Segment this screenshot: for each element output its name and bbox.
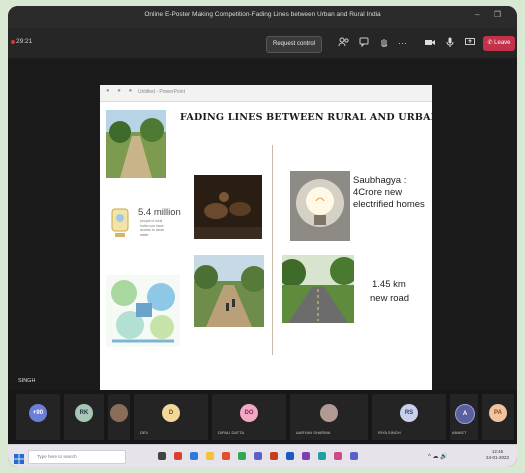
avatar: RK — [75, 404, 93, 422]
shared-slide: ● ● ● Untitled - PowerPoint FADING LINES… — [100, 85, 478, 392]
teams-icon[interactable] — [254, 452, 262, 460]
os-taskbar: Type here to search ^ ☁ 🔊 12:45 24-01-20… — [8, 444, 517, 467]
participant-tile[interactable]: DO DIPALI DATTA — [212, 394, 286, 440]
word-icon[interactable] — [286, 452, 294, 460]
participant-tile[interactable]: PA — [482, 394, 514, 440]
avatar: DO — [240, 404, 258, 422]
people-icon[interactable] — [338, 36, 350, 52]
water-stat-caption: people in rural India now have access to… — [140, 219, 165, 237]
title-bar: Online E-Poster Making Competition-Fadin… — [8, 6, 517, 28]
village-road-image — [106, 110, 166, 178]
water-tap-graphic — [106, 203, 134, 243]
app-icon[interactable] — [318, 452, 326, 460]
participant-name: AARYAN SHARMA — [296, 430, 331, 435]
file-name: Untitled - PowerPoint — [138, 89, 185, 95]
paved-road-photo — [282, 255, 354, 323]
powerpoint-icon[interactable] — [270, 452, 278, 460]
meeting-timer: 29:21 — [16, 38, 33, 45]
meeting-toolbar: 29:21 Request control ··· ✆ Leave — [8, 28, 517, 59]
avatar: A — [455, 404, 475, 424]
chat-icon[interactable] — [358, 36, 370, 52]
presentation-app-bar: ● ● ● Untitled - PowerPoint — [100, 85, 432, 102]
leave-label: Leave — [494, 40, 511, 46]
more-options-icon[interactable]: ··· — [398, 36, 407, 50]
rural-road-photo — [194, 255, 264, 327]
app-icon[interactable] — [350, 452, 358, 460]
app-icon[interactable] — [174, 452, 182, 460]
raise-hand-icon[interactable] — [378, 36, 390, 52]
folder-icon[interactable] — [206, 452, 214, 460]
slide-title: FADING LINES BETWEEN RURAL AND URBAN IND… — [180, 112, 478, 123]
search-placeholder: Type here to search — [37, 454, 77, 459]
participant-gallery: +90 RK D DEV DO DIPALI DATTA AARYAN SHAR… — [8, 390, 517, 444]
participant-name: DIPALI DATTA — [218, 430, 245, 435]
avatar: RS — [400, 404, 418, 422]
light-bulb-photo — [290, 171, 350, 241]
window-controls[interactable]: – ❐ — [475, 10, 507, 19]
cattle-photo — [194, 175, 262, 239]
participant-name: ANIKET — [452, 430, 467, 435]
leave-button[interactable]: ✆ Leave — [483, 36, 515, 51]
participant-name: DEV — [140, 430, 149, 435]
avatar-photo — [110, 404, 128, 422]
share-screen-icon[interactable] — [464, 36, 476, 52]
windows-start-icon[interactable] — [14, 451, 24, 467]
avatar-photo — [320, 404, 338, 422]
chrome-icon[interactable] — [238, 452, 246, 460]
participant-tile[interactable]: RS RIYA SINGH — [372, 394, 446, 440]
participant-name: RIYA SINGH — [378, 430, 401, 435]
participant-tile[interactable] — [108, 394, 130, 440]
clock-date: 24-01-2022 — [486, 455, 510, 460]
water-stat-value: 5.4 million — [138, 207, 181, 218]
shared-content-stage: ● ● ● Untitled - PowerPoint FADING LINES… — [8, 58, 517, 392]
window-title: Online E-Poster Making Competition-Fadin… — [144, 11, 381, 18]
app-window-dots: ● ● ● — [106, 88, 136, 94]
presenter-name: SINGH — [18, 378, 36, 384]
participant-tile[interactable]: RK — [64, 394, 104, 440]
app-icon[interactable] — [334, 452, 342, 460]
meeting-window: Online E-Poster Making Competition-Fadin… — [8, 6, 517, 467]
office-icon[interactable] — [222, 452, 230, 460]
system-tray-icons[interactable]: ^ ☁ 🔊 — [428, 453, 448, 460]
participant-tile[interactable]: D DEV — [134, 394, 208, 440]
taskbar-clock[interactable]: 12:45 24-01-2022 — [486, 449, 509, 461]
avatar: +90 — [29, 404, 47, 422]
request-control-button[interactable]: Request control — [266, 36, 322, 53]
participant-tile[interactable]: AARYAN SHARMA — [290, 394, 368, 440]
avatar: PA — [489, 404, 507, 422]
edge-icon[interactable] — [190, 452, 198, 460]
avatar: D — [162, 404, 180, 422]
road-length-label: new road — [370, 293, 410, 304]
participant-tile[interactable]: A ANIKET — [450, 394, 478, 440]
saubhagya-caption: Saubhagya : 4Crore new electrified homes — [353, 175, 425, 210]
center-divider — [272, 145, 273, 355]
road-length-value: 1.45 km — [372, 279, 406, 290]
task-view-icon[interactable] — [158, 452, 166, 460]
smart-village-illustration — [106, 275, 180, 347]
participant-tile[interactable]: +90 — [16, 394, 60, 440]
camera-icon[interactable] — [424, 36, 436, 52]
taskbar-search-input[interactable]: Type here to search — [28, 450, 126, 464]
app-icon[interactable] — [302, 452, 310, 460]
microphone-icon[interactable] — [444, 36, 456, 52]
recording-dot-icon — [11, 40, 15, 44]
